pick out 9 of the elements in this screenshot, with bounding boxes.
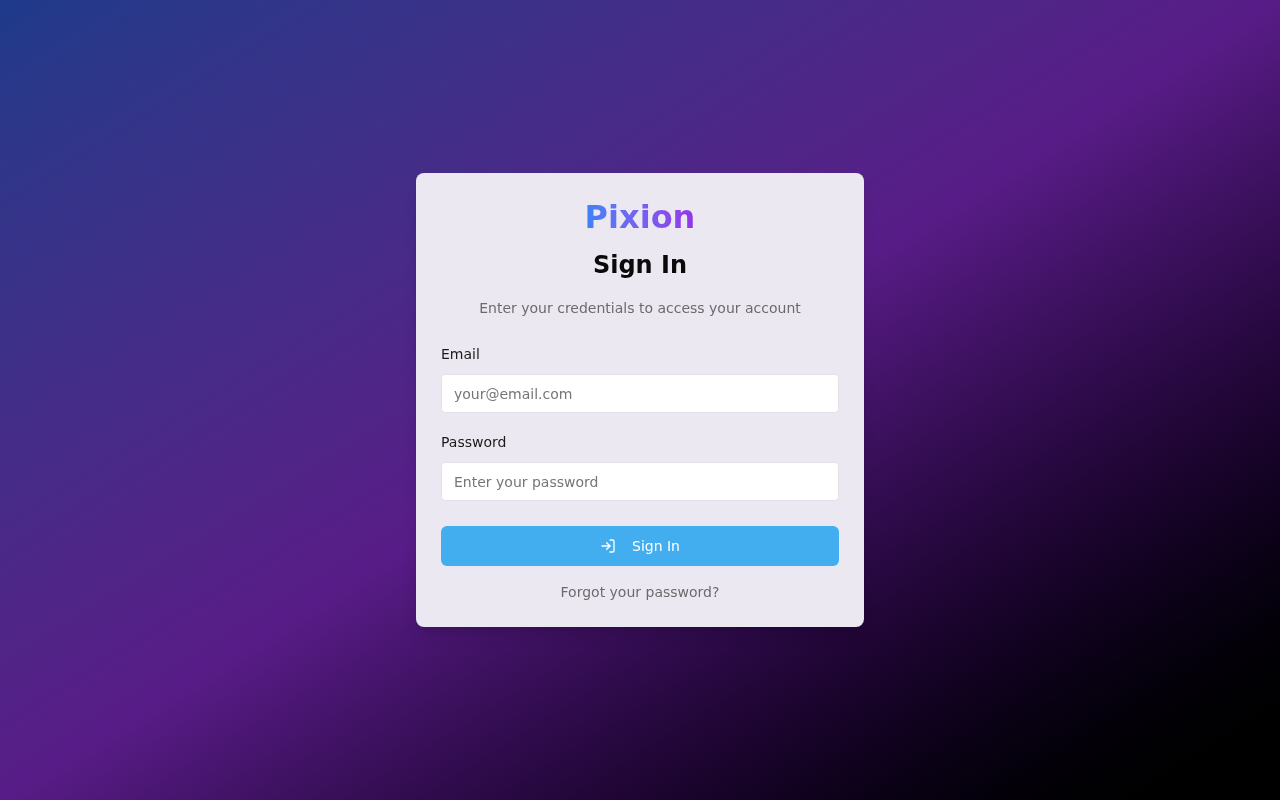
field-label: Email (441, 345, 481, 364)
sign-in-button[interactable]: Sign In (441, 526, 839, 566)
field-label: Password (441, 433, 508, 452)
subtitle: Enter your credentials to access your account (478, 299, 802, 318)
sign-in-icon (600, 538, 616, 554)
title: Sign In (591, 250, 689, 281)
forgot-password-link[interactable]: Forgot your password? (560, 582, 720, 602)
input-field[interactable]: your@email.com (441, 374, 839, 413)
input-field[interactable]: Enter your password (441, 462, 839, 501)
